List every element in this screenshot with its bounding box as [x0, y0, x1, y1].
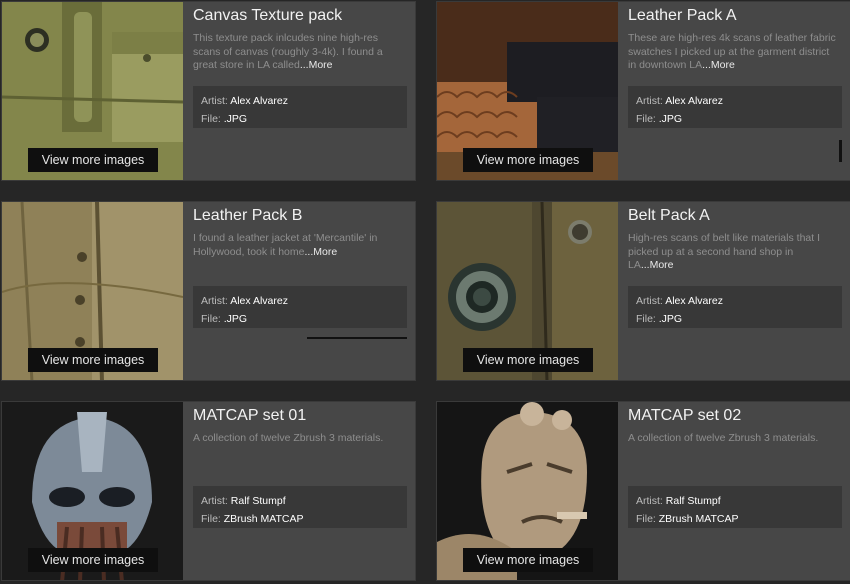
view-more-images-button[interactable]: View more images	[463, 348, 593, 372]
view-more-images-button[interactable]: View more images	[463, 148, 593, 172]
item-meta: Artist: Alex Alvarez File: .JPG	[193, 86, 407, 128]
file-label: File:	[636, 113, 656, 125]
item-title[interactable]: Canvas Texture pack	[193, 7, 407, 25]
belt-grommet-image[interactable]: View more images	[437, 202, 618, 380]
artist-value: Alex Alvarez	[230, 95, 288, 107]
file-row: File: ZBrush MATCAP	[636, 510, 834, 528]
artist-label: Artist:	[201, 295, 228, 307]
item-meta: Artist: Alex Alvarez File: .JPG	[628, 86, 842, 128]
hellboy-sculpt-image[interactable]: View more images	[437, 402, 618, 580]
item-title[interactable]: Belt Pack A	[628, 207, 842, 225]
alien-sculpt-image[interactable]: View more images	[2, 402, 183, 580]
item-description: These are high-res 4k scans of leather f…	[628, 32, 840, 73]
item-title[interactable]: Leather Pack A	[628, 7, 842, 25]
artist-row: Artist: Alex Alvarez	[636, 92, 834, 110]
leather-swatches-image[interactable]: View more images	[437, 2, 618, 180]
item-description: A collection of twelve Zbrush 3 material…	[193, 432, 405, 446]
item-description: This texture pack inlcudes nine high-res…	[193, 32, 405, 73]
canvas-jacket-image[interactable]: View more images	[2, 2, 183, 180]
artist-row: Artist: Alex Alvarez	[636, 292, 834, 310]
description-text: I found a leather jacket at 'Mercantile'…	[193, 232, 378, 258]
artist-value: Ralf Stumpf	[665, 495, 721, 507]
file-row: File: ZBrush MATCAP	[201, 510, 399, 528]
file-label: File:	[636, 513, 656, 525]
artist-label: Artist:	[201, 95, 228, 107]
item-description: High-res scans of belt like materials th…	[628, 232, 840, 273]
artist-value: Alex Alvarez	[665, 95, 723, 107]
file-row: File: .JPG	[201, 310, 399, 328]
item-title[interactable]: Leather Pack B	[193, 207, 407, 225]
artist-row: Artist: Alex Alvarez	[201, 292, 399, 310]
description-text: A collection of twelve Zbrush 3 material…	[628, 432, 819, 444]
file-row: File: .JPG	[201, 110, 399, 128]
item-title[interactable]: MATCAP set 01	[193, 407, 407, 425]
item-meta: Artist: Alex Alvarez File: .JPG	[628, 286, 842, 328]
file-value: .JPG	[223, 113, 248, 125]
artist-row: Artist: Ralf Stumpf	[201, 492, 399, 510]
artist-value: Alex Alvarez	[230, 295, 288, 307]
artist-row: Artist: Alex Alvarez	[201, 92, 399, 110]
file-label: File:	[636, 313, 656, 325]
divider-line	[307, 337, 407, 339]
item-description: I found a leather jacket at 'Mercantile'…	[193, 232, 405, 259]
artist-label: Artist:	[636, 295, 663, 307]
view-more-images-button[interactable]: View more images	[28, 148, 158, 172]
more-link[interactable]: ...More	[300, 59, 333, 71]
product-card: View more images Belt Pack A High-res sc…	[436, 201, 850, 381]
more-link[interactable]: ...More	[304, 246, 337, 258]
more-link[interactable]: ...More	[641, 259, 674, 271]
view-more-images-button[interactable]: View more images	[28, 548, 158, 572]
file-value: ZBrush MATCAP	[658, 513, 739, 525]
product-card: View more images Leather Pack A These ar…	[436, 1, 850, 181]
product-card: View more images MATCAP set 02 A collect…	[436, 401, 850, 581]
artist-value: Alex Alvarez	[665, 295, 723, 307]
description-text: This texture pack inlcudes nine high-res…	[193, 32, 383, 71]
product-card: View more images Leather Pack B I found …	[1, 201, 416, 381]
product-card: View more images Canvas Texture pack Thi…	[1, 1, 416, 181]
scroll-indicator	[839, 140, 842, 162]
file-value: ZBrush MATCAP	[223, 513, 304, 525]
artist-label: Artist:	[636, 495, 663, 507]
item-meta: Artist: Ralf Stumpf File: ZBrush MATCAP	[628, 486, 842, 528]
file-row: File: .JPG	[636, 110, 834, 128]
item-meta: Artist: Ralf Stumpf File: ZBrush MATCAP	[193, 486, 407, 528]
more-link[interactable]: ...More	[702, 59, 735, 71]
file-value: .JPG	[223, 313, 248, 325]
view-more-images-button[interactable]: View more images	[28, 348, 158, 372]
item-title[interactable]: MATCAP set 02	[628, 407, 842, 425]
leather-jacket-image[interactable]: View more images	[2, 202, 183, 380]
artist-label: Artist:	[636, 95, 663, 107]
artist-label: Artist:	[201, 495, 228, 507]
item-description: A collection of twelve Zbrush 3 material…	[628, 432, 840, 446]
file-value: .JPG	[658, 113, 683, 125]
description-text: A collection of twelve Zbrush 3 material…	[193, 432, 384, 444]
file-label: File:	[201, 513, 221, 525]
file-value: .JPG	[658, 313, 683, 325]
artist-value: Ralf Stumpf	[230, 495, 286, 507]
artist-row: Artist: Ralf Stumpf	[636, 492, 834, 510]
file-label: File:	[201, 313, 221, 325]
item-meta: Artist: Alex Alvarez File: .JPG	[193, 286, 407, 328]
file-row: File: .JPG	[636, 310, 834, 328]
view-more-images-button[interactable]: View more images	[463, 548, 593, 572]
file-label: File:	[201, 113, 221, 125]
product-card: View more images MATCAP set 01 A collect…	[1, 401, 416, 581]
